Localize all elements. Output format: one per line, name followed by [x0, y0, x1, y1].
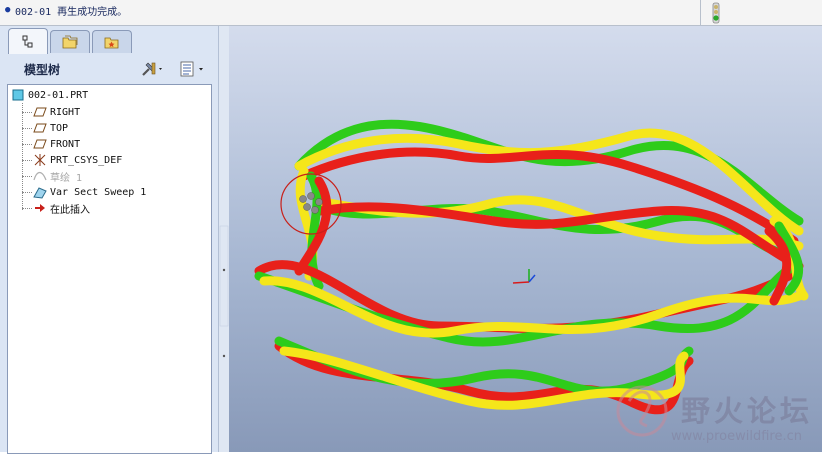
tree-item-datum-top[interactable]: TOP: [33, 120, 68, 136]
tree-item-datum-front[interactable]: FRONT: [33, 136, 80, 152]
folder-icon: [62, 35, 78, 49]
show-dropdown-button[interactable]: [178, 60, 208, 78]
message-bar-divider: [700, 0, 701, 25]
watermark-url: www.proewildfire.cn: [671, 429, 802, 444]
datum-plane-icon: [33, 137, 47, 151]
tree-guide-line: [22, 128, 32, 129]
sketch-icon: [33, 169, 47, 183]
navigator-tabs: [4, 28, 218, 54]
navigator-panel: 模型树 002-01.PRT RIGHT TOP FRONT PRT_CSYS_…: [0, 26, 218, 454]
coordinate-system-icon: [33, 153, 47, 167]
tree-item-label: 002-01.PRT: [28, 89, 89, 101]
message-text: 002-01 再生成功完成。: [15, 7, 128, 18]
message-bar: ● 002-01 再生成功完成。: [0, 0, 822, 26]
tree-guide-line: [22, 103, 23, 210]
tree-guide-line: [22, 112, 32, 113]
tree-item-label: RIGHT: [50, 106, 81, 118]
datum-plane-icon: [33, 121, 47, 135]
model-tree-list[interactable]: 002-01.PRT RIGHT TOP FRONT PRT_CSYS_DEF: [7, 84, 212, 454]
tree-item-label: FRONT: [50, 138, 81, 150]
tree-item-part[interactable]: 002-01.PRT: [11, 87, 88, 103]
datum-plane-icon: [33, 105, 47, 119]
tree-item-csys[interactable]: PRT_CSYS_DEF: [33, 152, 122, 168]
watermark-text: 野火论坛: [681, 394, 814, 428]
message-bullet-icon: ●: [5, 5, 11, 15]
tree-guide-line: [22, 144, 32, 145]
tree-item-label: PRT_CSYS_DEF: [50, 154, 123, 166]
model-tree-header: 模型树: [0, 56, 218, 82]
tree-guide-line: [22, 160, 32, 161]
model-tree-icon: [22, 35, 33, 47]
tree-item-label: TOP: [50, 122, 69, 134]
tree-guide-line: [22, 176, 32, 177]
insert-here-arrow-icon: [33, 201, 47, 215]
tree-item-datum-right[interactable]: RIGHT: [33, 104, 80, 120]
part-icon: [11, 88, 25, 102]
regeneration-status-light-icon[interactable]: [710, 2, 722, 24]
tree-item-label: Var Sect Sweep 1: [50, 186, 147, 198]
tree-item-label: 在此插入: [50, 204, 90, 216]
list-icon: [180, 61, 203, 77]
tab-model-tree[interactable]: [8, 28, 48, 54]
tree-guide-line: [22, 192, 32, 193]
tree-item-var-sect-sweep[interactable]: Var Sect Sweep 1: [33, 184, 146, 200]
settings-dropdown-button[interactable]: [140, 60, 166, 78]
sweep-icon: [33, 185, 47, 199]
favorites-icon: [104, 37, 119, 49]
tree-item-label: 草绘 1: [50, 172, 83, 184]
tree-item-sketch[interactable]: 草绘 1: [33, 168, 82, 184]
tab-favorites[interactable]: [92, 30, 132, 53]
graphics-window[interactable]: 野火论坛 www.proewildfire.cn: [229, 26, 822, 452]
tree-guide-line: [22, 208, 32, 209]
tree-item-insert-here[interactable]: 在此插入: [33, 200, 90, 216]
coordinate-triad-icon: [512, 269, 536, 284]
model-tree-title: 模型树: [24, 63, 61, 77]
tools-icon: [142, 62, 162, 76]
tab-folder-browser[interactable]: [50, 30, 90, 53]
